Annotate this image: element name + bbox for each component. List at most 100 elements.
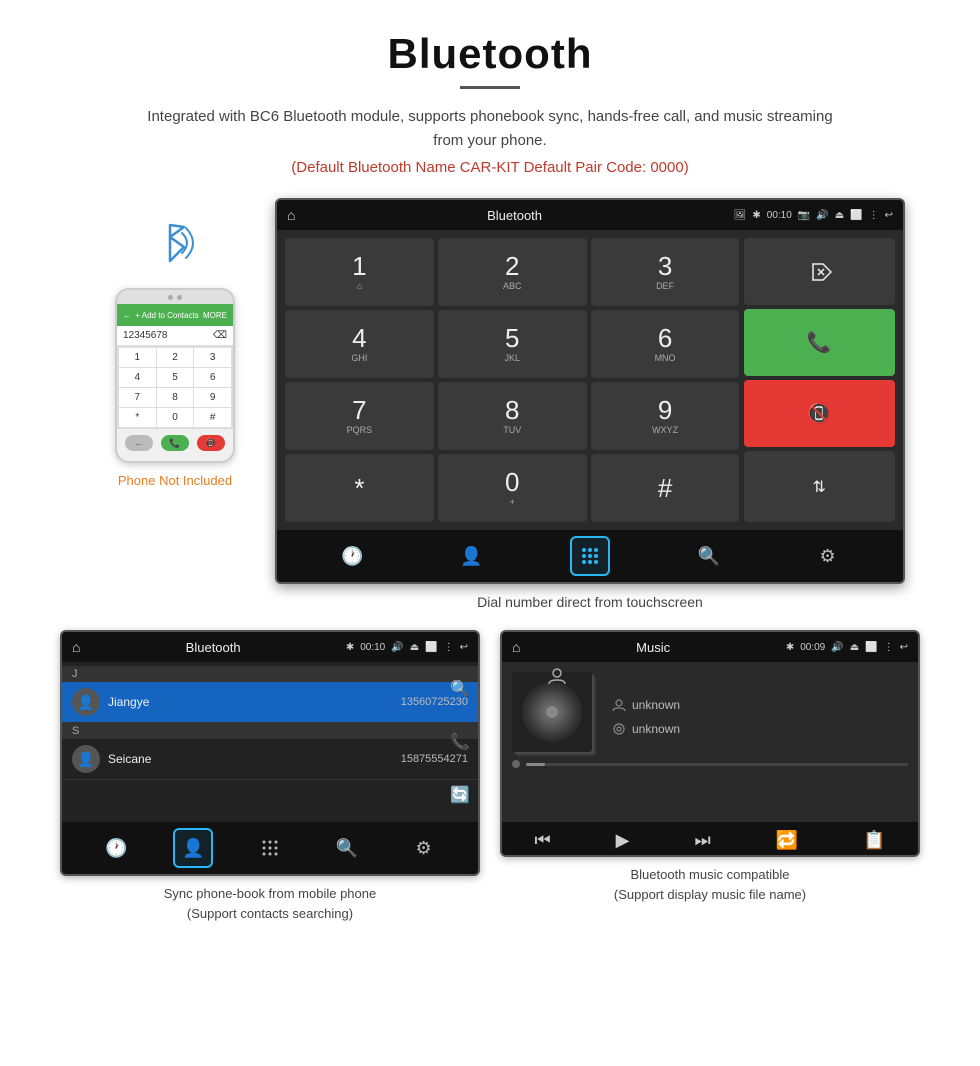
contacts-menu-icon: ⋮	[444, 642, 454, 653]
phone-key-hash[interactable]: #	[194, 408, 231, 427]
nav-clock-icon[interactable]: 🕐	[332, 536, 372, 576]
status-icons: 🖼 ✱ 00:10 📷 🔊 ⏏ ⬜ ⋮ ↩	[734, 210, 893, 221]
phone-back-btn[interactable]: ←	[125, 435, 153, 451]
phone-call-btn[interactable]: 📞	[161, 435, 189, 451]
time-display: 00:10	[767, 210, 792, 221]
contacts-section-j: J	[62, 666, 478, 682]
music-screen-title: Music	[528, 640, 777, 655]
top-section: ← + Add to Contacts MORE 12345678 ⌫ 1 2 …	[60, 198, 920, 610]
contact-row-seicane[interactable]: 👤 Seicane 15875554271	[62, 739, 478, 780]
contact-row-jiangye[interactable]: 👤 Jiangye 13560725230	[62, 682, 478, 723]
dial-key-star[interactable]: *	[285, 454, 434, 522]
dial-key-hash[interactable]: #	[591, 454, 740, 522]
music-home-icon[interactable]: ⌂	[512, 639, 520, 655]
dial-key-6[interactable]: 6 MNO	[591, 310, 740, 378]
phone-key-star[interactable]: *	[119, 408, 156, 427]
dial-key-7[interactable]: 7 PQRS	[285, 382, 434, 450]
dial-key-9[interactable]: 9 WXYZ	[591, 382, 740, 450]
phone-key-0[interactable]: 0	[157, 408, 194, 427]
music-caption: Bluetooth music compatible (Support disp…	[500, 865, 920, 904]
music-back-icon[interactable]: ↩	[900, 642, 908, 653]
contacts-screen: ⌂ Bluetooth ✱ 00:10 🔊 ⏏ ⬜ ⋮ ↩ J	[60, 630, 480, 876]
dial-key-0[interactable]: 0 +	[438, 454, 587, 522]
contacts-section-s: S	[62, 723, 478, 739]
music-content: unknown unknown	[502, 662, 918, 822]
contacts-home-icon[interactable]: ⌂	[72, 639, 80, 655]
phone-key-5[interactable]: 5	[157, 368, 194, 387]
bottom-section: ⌂ Bluetooth ✱ 00:10 🔊 ⏏ ⬜ ⋮ ↩ J	[60, 630, 920, 923]
dial-key-3[interactable]: 3 DEF	[591, 238, 740, 306]
music-repeat-button[interactable]: 🔁	[776, 830, 798, 851]
home-icon[interactable]: ⌂	[287, 207, 295, 223]
dial-backspace-button[interactable]	[744, 238, 896, 305]
phone-key-3[interactable]: 3	[194, 348, 231, 367]
bluetooth-signal-icon	[140, 218, 210, 278]
phone-end-btn[interactable]: 📵	[197, 435, 225, 451]
music-eject-icon: ⏏	[850, 642, 859, 653]
contacts-nav-person[interactable]: 👤	[173, 828, 213, 868]
contacts-search-icon[interactable]: 🔍	[450, 679, 470, 699]
phone-key-2[interactable]: 2	[157, 348, 194, 367]
music-controls: ⏮ ▶ ⏭ 🔁 📋	[502, 822, 918, 855]
phone-more-icon: MORE	[203, 311, 227, 320]
contacts-nav-clock[interactable]: 🕐	[96, 828, 136, 868]
dial-key-4[interactable]: 4 GHI	[285, 310, 434, 378]
phone-key-8[interactable]: 8	[157, 388, 194, 407]
music-item: ⌂ Music ✱ 00:09 🔊 ⏏ ⬜ ⋮ ↩	[500, 630, 920, 923]
screen-status-bar: ⌂ Bluetooth 🖼 ✱ 00:10 📷 🔊 ⏏ ⬜ ⋮ ↩	[277, 200, 903, 230]
phone-bottom-bar: ← 📞 📵	[117, 429, 233, 453]
contacts-eject-icon: ⏏	[410, 642, 419, 653]
music-artist-row: unknown	[612, 722, 680, 736]
contacts-nav-settings[interactable]: ⚙	[404, 828, 444, 868]
contacts-call-icon[interactable]: 📞	[450, 732, 470, 752]
music-track-row: unknown	[612, 698, 680, 712]
music-progress	[512, 760, 908, 768]
music-prev-button[interactable]: ⏮	[534, 830, 550, 851]
music-bt-icon: ✱	[786, 642, 794, 653]
nav-contacts-icon[interactable]: 👤	[451, 536, 491, 576]
music-list-button[interactable]: 📋	[863, 830, 885, 851]
contacts-nav-dialpad[interactable]	[250, 828, 290, 868]
music-status-bar: ⌂ Music ✱ 00:09 🔊 ⏏ ⬜ ⋮ ↩	[502, 632, 918, 662]
dial-key-2[interactable]: 2 ABC	[438, 238, 587, 306]
dial-end-button[interactable]: 📵	[744, 380, 896, 447]
progress-fill	[526, 763, 545, 766]
music-time: 00:09	[800, 642, 825, 653]
music-main-area: unknown unknown	[512, 672, 908, 752]
phone-side: ← + Add to Contacts MORE 12345678 ⌫ 1 2 …	[75, 198, 275, 488]
back-icon[interactable]: ↩	[885, 210, 893, 221]
music-next-button[interactable]: ⏭	[694, 830, 710, 851]
music-track-info: unknown unknown	[612, 672, 680, 752]
phone-key-7[interactable]: 7	[119, 388, 156, 407]
swap-icon: ⇅	[801, 469, 837, 505]
nav-search-icon[interactable]: 🔍	[689, 536, 729, 576]
page-title: Bluetooth	[60, 30, 920, 78]
phone-top-bar	[117, 290, 233, 304]
nav-dialpad-icon[interactable]	[570, 536, 610, 576]
screen-title-bluetooth: Bluetooth	[303, 208, 725, 223]
music-screen: ⌂ Music ✱ 00:09 🔊 ⏏ ⬜ ⋮ ↩	[500, 630, 920, 857]
dial-call-button[interactable]: 📞	[744, 309, 896, 376]
phone-key-9[interactable]: 9	[194, 388, 231, 407]
nav-settings-icon[interactable]: ⚙	[808, 536, 848, 576]
dial-key-8[interactable]: 8 TUV	[438, 382, 587, 450]
dial-screen: ⌂ Bluetooth 🖼 ✱ 00:10 📷 🔊 ⏏ ⬜ ⋮ ↩	[275, 198, 905, 584]
contacts-refresh-icon[interactable]: 🔄	[450, 785, 470, 805]
contacts-back-icon[interactable]: ↩	[460, 642, 468, 653]
phone-number: 12345678	[123, 330, 168, 341]
music-user-icon	[612, 698, 626, 712]
progress-bar[interactable]	[526, 763, 908, 766]
phone-key-6[interactable]: 6	[194, 368, 231, 387]
phone-key-4[interactable]: 4	[119, 368, 156, 387]
progress-dot	[512, 760, 520, 768]
dial-key-1[interactable]: 1 ⌂	[285, 238, 434, 306]
music-play-button[interactable]: ▶	[616, 830, 630, 851]
music-artist-label: unknown	[632, 722, 680, 736]
image-icon: 🖼	[734, 210, 747, 221]
page-container: Bluetooth Integrated with BC6 Bluetooth …	[0, 0, 980, 963]
volume-icon: 🔊	[816, 210, 828, 221]
contacts-nav-search[interactable]: 🔍	[327, 828, 367, 868]
phone-key-1[interactable]: 1	[119, 348, 156, 367]
dial-swap-button[interactable]: ⇅	[744, 451, 896, 522]
dial-key-5[interactable]: 5 JKL	[438, 310, 587, 378]
